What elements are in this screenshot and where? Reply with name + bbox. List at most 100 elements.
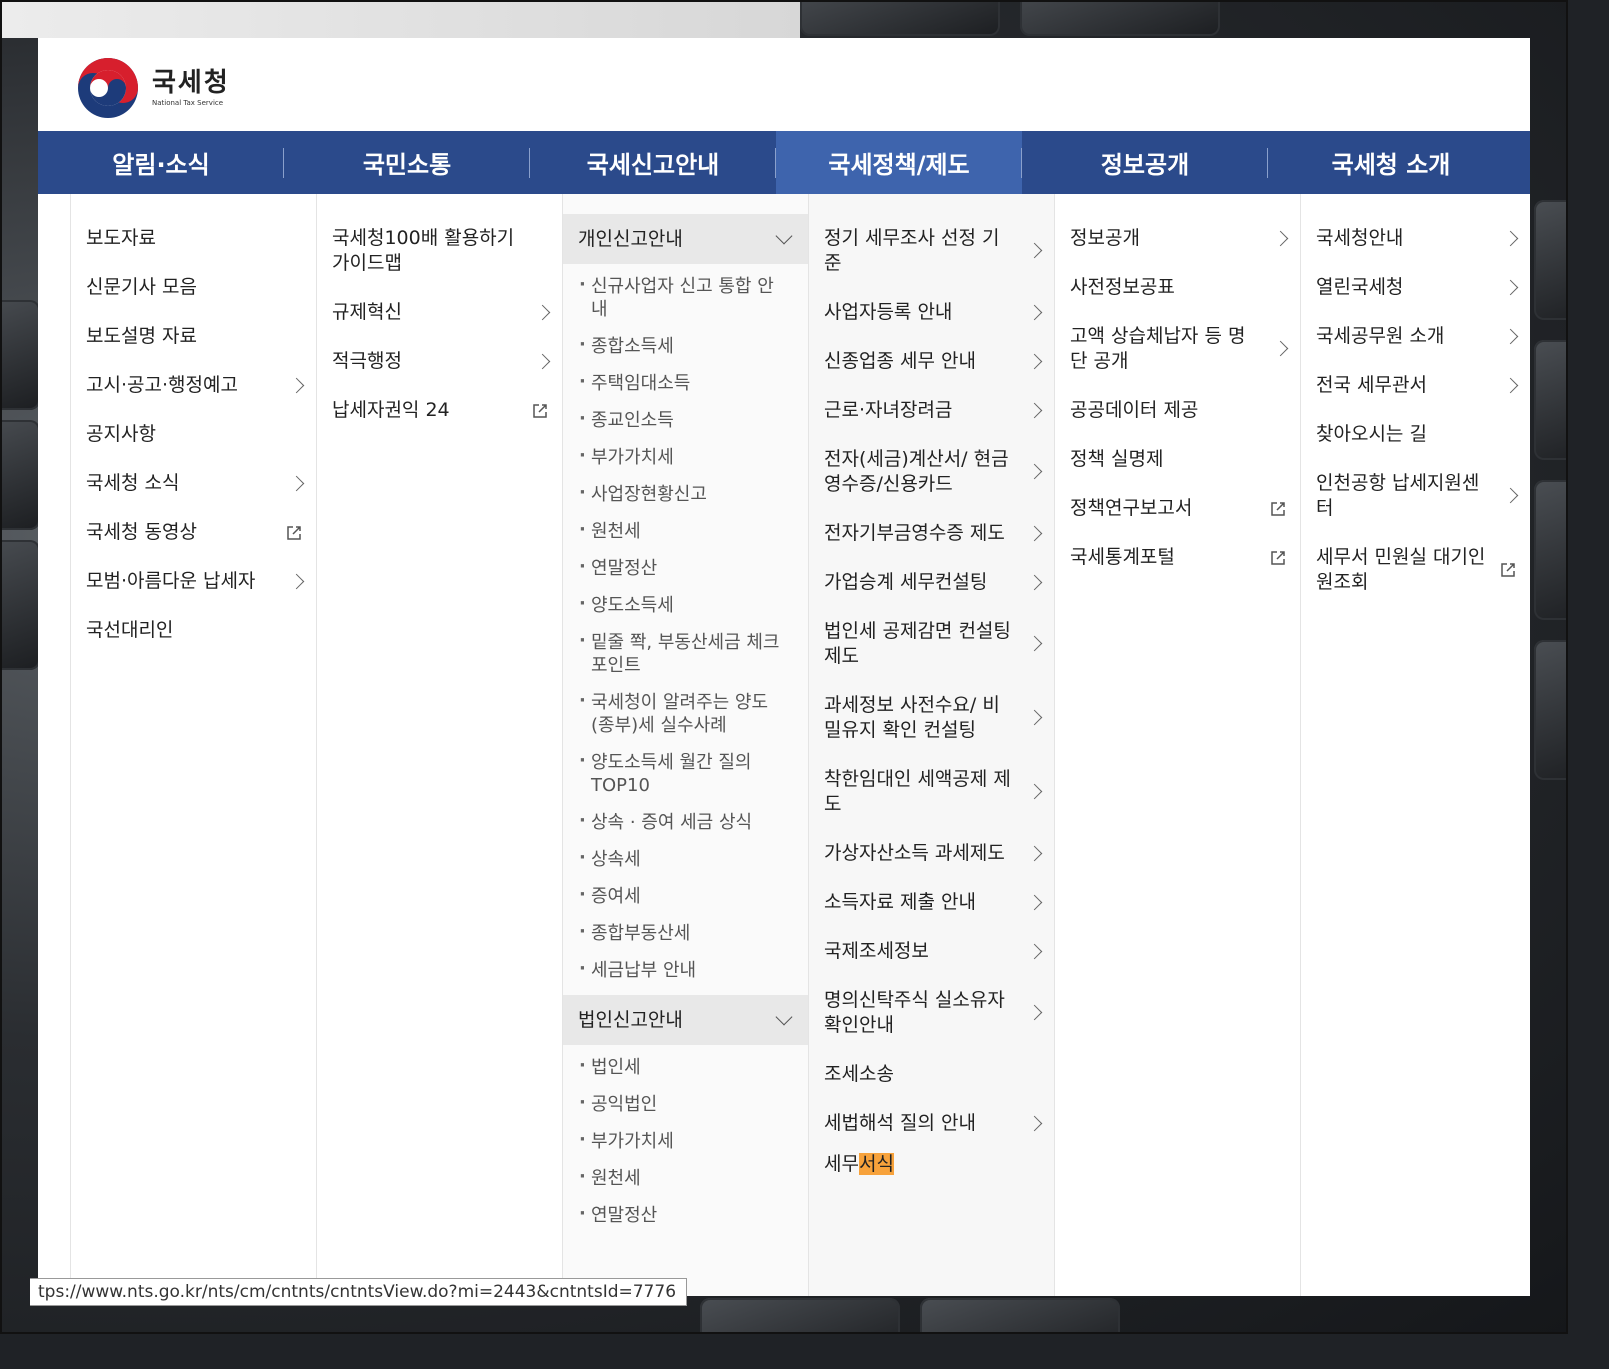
- submenu-item[interactable]: 밑줄 쫙, 부동산세금 체크포인트: [563, 624, 808, 684]
- submenu-item[interactable]: 신규사업자 신고 통합 안내: [563, 268, 808, 328]
- menu-item[interactable]: 신문기사 모음: [71, 263, 316, 312]
- nav-tab[interactable]: 국세정책/제도: [776, 131, 1022, 194]
- menu-item-tax-forms[interactable]: 세무서식: [809, 1148, 1054, 1189]
- menu-item[interactable]: 인천공항 납세지원센터: [1301, 459, 1530, 533]
- submenu-item[interactable]: 부가가치세: [563, 1123, 808, 1160]
- keyboard-key: [0, 540, 40, 670]
- menu-item[interactable]: 보도자료: [71, 214, 316, 263]
- menu-item[interactable]: 고액 상습체납자 등 명단 공개: [1055, 312, 1300, 386]
- menu-item[interactable]: 국세청안내: [1301, 214, 1530, 263]
- nav-tab[interactable]: 국세신고안내: [530, 131, 776, 194]
- chevron-right-icon: [1026, 402, 1043, 418]
- nav-tab[interactable]: 알림·소식: [38, 131, 284, 194]
- menu-item[interactable]: 국제조세정보: [809, 927, 1054, 976]
- submenu-column-tax-filing: 개인신고안내 신규사업자 신고 통합 안내종합소득세주택임대소득종교인소득부가가…: [562, 194, 808, 1296]
- menu-item-label: 열린국세청: [1316, 276, 1404, 298]
- menu-item[interactable]: 세법해석 질의 안내: [809, 1099, 1054, 1148]
- menu-item[interactable]: 적극행정: [317, 337, 562, 386]
- menu-item[interactable]: 정책연구보고서: [1055, 484, 1300, 533]
- menu-item[interactable]: 사전정보공표: [1055, 263, 1300, 312]
- menu-item[interactable]: 근로·자녀장려금: [809, 386, 1054, 435]
- submenu-item[interactable]: 법인세: [563, 1049, 808, 1086]
- submenu-item[interactable]: 부가가치세: [563, 439, 808, 476]
- browser-status-url: tps://www.nts.go.kr/nts/cm/cntnts/cntnts…: [30, 1278, 688, 1306]
- submenu-item[interactable]: 원천세: [563, 1160, 808, 1197]
- menu-item[interactable]: 명의신탁주식 실소유자 확인안내: [809, 976, 1054, 1050]
- menu-item[interactable]: 과세정보 사전수요/ 비밀유지 확인 컨설팅: [809, 681, 1054, 755]
- menu-item[interactable]: 전국 세무관서: [1301, 361, 1530, 410]
- menu-item-label: 과세정보 사전수요/ 비밀유지 확인 컨설팅: [824, 694, 1000, 741]
- chevron-right-icon: [1502, 279, 1519, 295]
- submenu-item[interactable]: 상속세: [563, 841, 808, 878]
- accordion-corporate-filing[interactable]: 법인신고안내: [563, 995, 808, 1045]
- submenu-item[interactable]: 연말정산: [563, 550, 808, 587]
- menu-item[interactable]: 가상자산소득 과세제도: [809, 829, 1054, 878]
- submenu-column-disclosure: 정보공개 사전정보공표 고액 상습체납자 등 명단 공개 공공데이터 제공정책 실명제…: [1054, 194, 1300, 1296]
- menu-item-label: 정책 실명제: [1070, 448, 1164, 470]
- submenu-item[interactable]: 연말정산: [563, 1197, 808, 1234]
- menu-item[interactable]: 사업자등록 안내: [809, 288, 1054, 337]
- menu-item[interactable]: 가업승계 세무컨설팅: [809, 558, 1054, 607]
- menu-item[interactable]: 국세통계포털: [1055, 533, 1300, 582]
- logo-korean-text: 국세청: [152, 68, 230, 98]
- menu-item[interactable]: 법인세 공제감면 컨설팅 제도: [809, 607, 1054, 681]
- chevron-right-icon: [1502, 328, 1519, 344]
- menu-item[interactable]: 정보공개: [1055, 214, 1300, 263]
- submenu-item[interactable]: 국세청이 알려주는 양도(종부)세 실수사례: [563, 684, 808, 744]
- menu-item[interactable]: 정책 실명제: [1055, 435, 1300, 484]
- menu-item-label: 국세공무원 소개: [1316, 325, 1445, 347]
- submenu-item[interactable]: 사업장현황신고: [563, 476, 808, 513]
- chevron-right-icon: [1026, 463, 1043, 480]
- menu-item[interactable]: 보도설명 자료: [71, 312, 316, 361]
- nav-tab[interactable]: 정보공개: [1022, 131, 1268, 194]
- nav-tab[interactable]: 국민소통: [284, 131, 530, 194]
- menu-item[interactable]: 정기 세무조사 선정 기준: [809, 214, 1054, 288]
- menu-item[interactable]: 공지사항: [71, 410, 316, 459]
- nav-tab[interactable]: 국세청 소개: [1268, 131, 1514, 194]
- menu-item[interactable]: 세무서 민원실 대기인원조회: [1301, 533, 1530, 607]
- menu-item[interactable]: 규제혁신: [317, 288, 562, 337]
- taegeuk-emblem-icon: [78, 58, 138, 118]
- submenu-item[interactable]: 세금납부 안내: [563, 952, 808, 989]
- chevron-right-icon: [1026, 1004, 1043, 1021]
- menu-item[interactable]: 조세소송: [809, 1050, 1054, 1099]
- submenu-item[interactable]: 상속 · 증여 세금 상식: [563, 804, 808, 841]
- menu-item[interactable]: 열린국세청: [1301, 263, 1530, 312]
- menu-item[interactable]: 전자(세금)계산서/ 현금영수증/신용카드: [809, 435, 1054, 509]
- external-link-icon: [1271, 550, 1285, 565]
- mega-menu-panel: 국세청 National Tax Service 알림·소식 국민소통 국세신고안내…: [38, 38, 1530, 1296]
- menu-item[interactable]: 고시·공고·행정예고: [71, 361, 316, 410]
- menu-item[interactable]: 국세청100배 활용하기 가이드맵: [317, 214, 562, 288]
- nts-logo[interactable]: 국세청 National Tax Service: [76, 56, 276, 120]
- menu-item[interactable]: 국세공무원 소개: [1301, 312, 1530, 361]
- chevron-right-icon: [1026, 1115, 1043, 1131]
- submenu-item[interactable]: 종합소득세: [563, 328, 808, 365]
- submenu-item[interactable]: 종합부동산세: [563, 915, 808, 952]
- menu-item[interactable]: 전자기부금영수증 제도: [809, 509, 1054, 558]
- submenu-item[interactable]: 공익법인: [563, 1086, 808, 1123]
- submenu-item[interactable]: 주택임대소득: [563, 365, 808, 402]
- menu-item-label: 국세청100배 활용하기 가이드맵: [332, 227, 515, 274]
- menu-item[interactable]: 국세청 동영상: [71, 508, 316, 557]
- menu-item[interactable]: 착한임대인 세액공제 제도: [809, 755, 1054, 829]
- menu-item-label: 보도자료: [86, 227, 156, 249]
- menu-item-label: 정기 세무조사 선정 기준: [824, 227, 1000, 274]
- menu-item-label: 정책연구보고서: [1070, 497, 1193, 519]
- menu-item[interactable]: 소득자료 제출 안내: [809, 878, 1054, 927]
- submenu-item[interactable]: 증여세: [563, 878, 808, 915]
- submenu-item[interactable]: 종교인소득: [563, 402, 808, 439]
- menu-item[interactable]: 신종업종 세무 안내: [809, 337, 1054, 386]
- accordion-personal-filing[interactable]: 개인신고안내: [563, 214, 808, 264]
- menu-item[interactable]: 모범·아름다운 납세자: [71, 557, 316, 606]
- menu-item[interactable]: 납세자권익 24: [317, 386, 562, 435]
- submenu-item[interactable]: 양도소득세 월간 질의 TOP10: [563, 744, 808, 804]
- chevron-right-icon: [1026, 845, 1043, 861]
- menu-item[interactable]: 찾아오시는 길: [1301, 410, 1530, 459]
- submenu-item[interactable]: 원천세: [563, 513, 808, 550]
- chevron-right-icon: [534, 353, 551, 369]
- menu-item-label: 소득자료 제출 안내: [824, 891, 976, 913]
- submenu-item[interactable]: 양도소득세: [563, 587, 808, 624]
- menu-item[interactable]: 국세청 소식: [71, 459, 316, 508]
- menu-item[interactable]: 국선대리인: [71, 606, 316, 655]
- menu-item[interactable]: 공공데이터 제공: [1055, 386, 1300, 435]
